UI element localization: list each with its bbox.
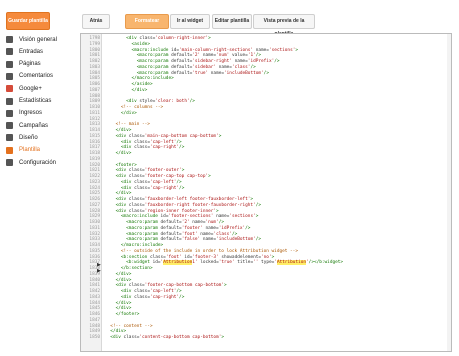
template-icon (6, 146, 13, 154)
sidebar-item-comentarios[interactable]: Comentarios (6, 71, 53, 82)
sidebar-item-label: Páginas (19, 61, 41, 68)
stats-icon (6, 97, 13, 105)
sidebar-item-label: Estadísticas (19, 98, 52, 104)
layout-icon (6, 134, 13, 142)
google-plus-icon (6, 85, 13, 93)
sidebar-item-p-ginas[interactable]: Páginas (6, 59, 41, 70)
comments-icon (6, 72, 13, 80)
sidebar-item-label: Diseño (19, 134, 38, 141)
code-line[interactable]: 1850 <div class='content-cap-bottom cap-… (81, 335, 451, 341)
line-number: 1850 (89, 335, 100, 340)
sidebar-item-campa-as[interactable]: Campañas (6, 120, 48, 131)
sidebar-item-estad-sticas[interactable]: Estadísticas (6, 96, 51, 107)
sidebar-item-label: Comentarios (19, 73, 54, 80)
sidebar-item-label: Google+ (19, 85, 42, 92)
save-template-button[interactable]: Guardar plantilla (6, 12, 50, 30)
code-text: <div class='content-cap-bottom cap-botto… (110, 335, 224, 340)
back-button[interactable]: Atrás (82, 14, 110, 29)
sidebar-item-dise-o[interactable]: Diseño (6, 132, 38, 143)
edit-template-button[interactable]: Editar plantilla (212, 14, 252, 29)
pages-icon (6, 60, 13, 68)
home-icon (6, 36, 13, 43)
sidebar-item-ingresos[interactable]: Ingresos (6, 108, 42, 119)
template-code-editor[interactable]: 1798 <div class='column-right-inner'> 179… (80, 33, 452, 352)
sidebar-item-label: Entradas (19, 48, 44, 55)
sidebar-item-label: Visión general (19, 36, 57, 43)
campaigns-icon (6, 122, 13, 130)
sidebar-item-configuraci-n[interactable]: Configuración (6, 157, 56, 168)
sidebar: Visión general Entradas Páginas Comentarios… (0, 30, 78, 356)
sidebar-item-plantilla[interactable]: Plantilla (6, 145, 40, 156)
posts-icon (6, 48, 13, 56)
sidebar-item-label: Plantilla (19, 147, 41, 154)
sidebar-item-label: Campañas (19, 122, 49, 129)
sidebar-item-label: Configuración (19, 159, 57, 166)
format-template-button[interactable]: Formatear plantilla (125, 14, 169, 37)
editor-scrollbar[interactable] (447, 34, 451, 351)
sidebar-item-label: Ingresos (19, 110, 43, 117)
sidebar-item-entradas[interactable]: Entradas (6, 46, 43, 57)
settings-icon (6, 159, 13, 166)
top-toolbar: Guardar plantilla Atrás Formatear planti… (0, 0, 459, 37)
preview-template-button[interactable]: Vista previa de la plantilla (253, 14, 315, 37)
earnings-icon (6, 109, 13, 117)
sidebar-item-visi-n-general[interactable]: Visión general (6, 34, 57, 45)
jump-to-widget-dropdown[interactable]: Ir al widget (170, 14, 210, 29)
sidebar-item-google-[interactable]: Google+ (6, 83, 42, 94)
current-line-arrow-icon: ▶ (97, 268, 101, 274)
